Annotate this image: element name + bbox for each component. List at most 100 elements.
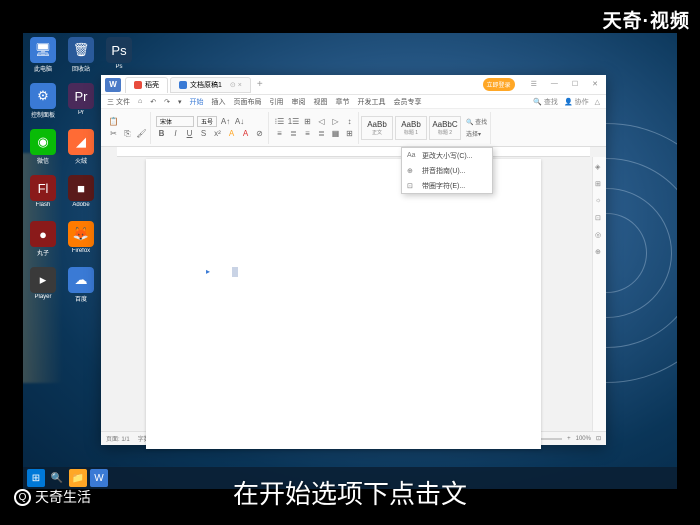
monitor-frame: 🖥此电脑🗑回收站PsPs⚙控制面板PrPr🐧腾讯QQ◉微信◢火绒♪网易云FlFl… xyxy=(8,5,692,507)
desktop-screen: 🖥此电脑🗑回收站PsPs⚙控制面板PrPr🐧腾讯QQ◉微信◢火绒♪网易云FlFl… xyxy=(23,33,677,489)
menu-item[interactable]: ⌂ xyxy=(138,98,142,105)
grow-font[interactable]: A↑ xyxy=(220,116,231,127)
shading[interactable]: ▦ xyxy=(330,128,341,139)
desktop-icon[interactable]: PrPr xyxy=(63,83,99,123)
inc-indent[interactable]: ▷ xyxy=(330,116,341,127)
menu-item[interactable]: 视图 xyxy=(313,97,327,107)
minimize-button[interactable]: — xyxy=(547,78,562,91)
shrink-font[interactable]: A↓ xyxy=(234,116,245,127)
tab-document[interactable]: 文档原稿1⊙ × xyxy=(170,77,251,93)
align-left[interactable]: ≡ xyxy=(274,128,285,139)
cursor-icon: ▸ xyxy=(206,267,210,276)
desktop-icon[interactable]: ☁百度 xyxy=(63,267,99,307)
document-area: ▸ ◈ ⊞ ☼ ⊡ ◎ ⊕ xyxy=(101,147,606,431)
size-select[interactable]: 五号 xyxy=(197,116,217,127)
wps-menubar: 三 文件 ⌂ ↶ ↷ ▾ 开始插入页面布局引用审阅视图章节开发工具会员专享 🔍 查找 👤 … xyxy=(101,95,606,109)
format-painter[interactable]: 🖌 xyxy=(136,128,147,139)
menu-icon[interactable]: ☰ xyxy=(527,78,541,91)
menu-item[interactable]: 页面布局 xyxy=(233,97,261,107)
align-justify[interactable]: ≣ xyxy=(316,128,327,139)
copy-button[interactable]: ⎘ xyxy=(122,128,133,139)
menu-item[interactable]: ↷ xyxy=(164,98,170,106)
dec-indent[interactable]: ◁ xyxy=(316,116,327,127)
find-button[interactable]: 🔍 查找 xyxy=(466,116,487,127)
styles-gallery: AaBb正文AaBb标题 1AaBbC标题 2 xyxy=(361,116,461,140)
clipboard-group: 📋 ✂ ⎘ 🖌 xyxy=(105,112,151,144)
font-group: 宋体 五号 A↑ A↓ B I U S x² A A ⊘ xyxy=(153,112,269,144)
search-link[interactable]: 🔍 查找 xyxy=(533,97,558,107)
desktop-icon[interactable]: 🗑回收站 xyxy=(63,37,99,77)
number-list[interactable]: 1☰ xyxy=(288,116,299,127)
desktop-icon[interactable]: ■Adobe xyxy=(63,175,99,215)
desktop-icon[interactable]: ●丸子 xyxy=(25,221,61,261)
menu-item[interactable]: ↶ xyxy=(150,98,156,106)
line-spacing[interactable]: ↕ xyxy=(344,116,355,127)
premium-badge[interactable]: 立即登录 xyxy=(483,78,515,91)
side-panel: ◈ ⊞ ☼ ⊡ ◎ ⊕ xyxy=(592,157,606,431)
align-right[interactable]: ≡ xyxy=(302,128,313,139)
page[interactable]: ▸ xyxy=(146,159,541,449)
menu-item[interactable]: ▾ xyxy=(178,98,182,106)
menu-item[interactable]: 引用 xyxy=(269,97,283,107)
close-button[interactable]: ✕ xyxy=(588,78,602,91)
desktop-icon[interactable]: ◢火绒 xyxy=(63,129,99,169)
side-tool-icon[interactable]: ⊞ xyxy=(595,180,604,189)
desktop-icon[interactable]: ◉微信 xyxy=(25,129,61,169)
highlight-button[interactable]: A xyxy=(226,128,237,139)
menu-item[interactable]: 章节 xyxy=(335,97,349,107)
editing-group: 🔍 查找 选择▾ xyxy=(463,112,491,144)
paragraph-group: ⁝☰ 1☰ ⊞ ◁ ▷ ↕ ≡ ≣ ≡ ≣ ▦ ⊞ xyxy=(271,112,359,144)
menu-item[interactable]: 会员专享 xyxy=(393,97,421,107)
font-select[interactable]: 宋体 xyxy=(156,116,194,127)
strike-button[interactable]: S xyxy=(198,128,209,139)
tab-home[interactable]: 稻壳 xyxy=(125,77,168,93)
ruler xyxy=(117,147,590,157)
side-tool-icon[interactable]: ◎ xyxy=(595,231,604,240)
dropdown-item[interactable]: ⊕拼音指南(U)... xyxy=(402,163,492,178)
watermark-logo-icon: Q xyxy=(14,489,31,506)
menu-item[interactable]: 插入 xyxy=(211,97,225,107)
watermark-top: 天奇·视频 xyxy=(603,6,690,33)
wps-ribbon: 📋 ✂ ⎘ 🖌 宋体 五号 A↑ A↓ B xyxy=(101,109,606,147)
style-preset[interactable]: AaBbC标题 2 xyxy=(429,116,461,140)
tab-add[interactable]: + xyxy=(253,79,267,90)
bold-button[interactable]: B xyxy=(156,128,167,139)
side-tool-icon[interactable]: ◈ xyxy=(595,163,604,172)
paste-button[interactable]: 📋 xyxy=(108,116,119,127)
desktop-icon[interactable]: FlFlash xyxy=(25,175,61,215)
clear-format[interactable]: ⊘ xyxy=(254,128,265,139)
dropdown-item[interactable]: ⊡带圈字符(E)... xyxy=(402,178,492,193)
select-button[interactable]: 选择▾ xyxy=(466,128,481,139)
zoom-in[interactable]: + xyxy=(567,436,571,442)
coop-link[interactable]: 👤 协作 xyxy=(564,97,589,107)
borders[interactable]: ⊞ xyxy=(344,128,355,139)
underline-button[interactable]: U xyxy=(184,128,195,139)
side-tool-icon[interactable]: ☼ xyxy=(595,197,604,206)
subtitle-caption: 在开始选项下点击文 xyxy=(0,474,700,511)
superscript-button[interactable]: x² xyxy=(212,128,223,139)
desktop-icon[interactable]: ▸Player xyxy=(25,267,61,307)
zoom-level[interactable]: 100% xyxy=(576,436,591,442)
multi-list[interactable]: ⊞ xyxy=(302,116,313,127)
side-tool-icon[interactable]: ⊕ xyxy=(595,248,604,257)
maximize-button[interactable]: ☐ xyxy=(568,78,582,91)
cut-button[interactable]: ✂ xyxy=(108,128,119,139)
menu-item[interactable]: 开发工具 xyxy=(357,97,385,107)
bullet-list[interactable]: ⁝☰ xyxy=(274,116,285,127)
desktop-icon[interactable]: PsPs xyxy=(101,37,137,77)
menu-item[interactable]: 开始 xyxy=(189,97,203,107)
style-preset[interactable]: AaBb正文 xyxy=(361,116,393,140)
menu-item[interactable]: 三 文件 xyxy=(107,97,130,107)
fit-button[interactable]: ⊡ xyxy=(596,435,601,442)
menu-item[interactable]: 审阅 xyxy=(291,97,305,107)
italic-button[interactable]: I xyxy=(170,128,181,139)
side-tool-icon[interactable]: ⊡ xyxy=(595,214,604,223)
align-center[interactable]: ≣ xyxy=(288,128,299,139)
dropdown-item[interactable]: Aa更改大小写(C)... xyxy=(402,148,492,163)
share-icon[interactable]: △ xyxy=(595,98,600,106)
desktop-icon[interactable]: ⚙控制面板 xyxy=(25,83,61,123)
font-color-button[interactable]: A xyxy=(240,128,251,139)
desktop-icon[interactable]: 🖥此电脑 xyxy=(25,37,61,77)
desktop-icon[interactable]: 🦊Firefox xyxy=(63,221,99,261)
style-preset[interactable]: AaBb标题 1 xyxy=(395,116,427,140)
